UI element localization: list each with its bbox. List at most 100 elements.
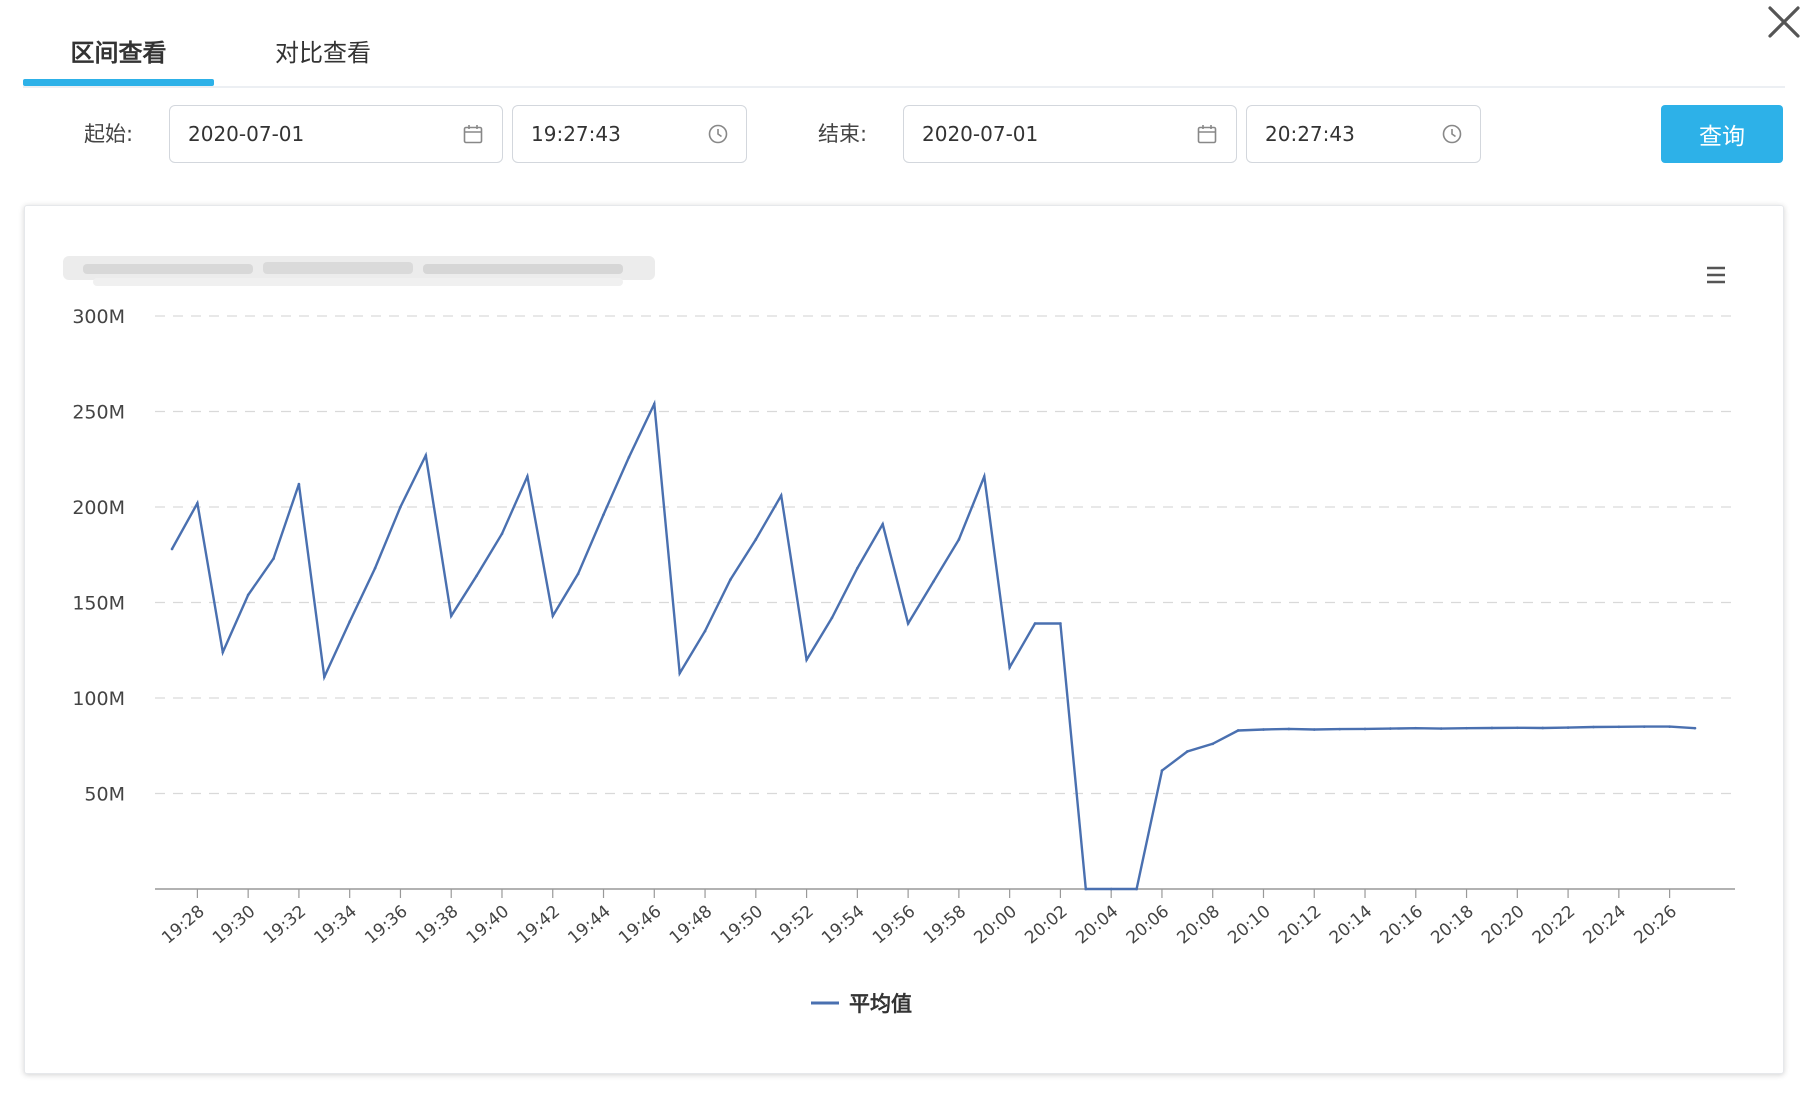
series-line-0 [170, 399, 1696, 891]
data-point [1262, 728, 1265, 731]
x-tick-label: 19:40 [463, 902, 513, 949]
data-point [551, 614, 555, 618]
calendar-icon [463, 125, 483, 144]
y-tick-label: 150M [72, 593, 125, 615]
data-point [729, 578, 732, 581]
y-tick-label: 250M [72, 402, 125, 424]
end-date-input[interactable] [922, 106, 1155, 162]
data-point [881, 522, 885, 526]
x-tick-label: 20:14 [1326, 902, 1376, 949]
query-button[interactable]: 查询 [1661, 105, 1783, 163]
data-point [856, 566, 859, 570]
data-point [1389, 727, 1392, 730]
data-point [602, 513, 605, 516]
x-tick-label: 19:50 [717, 902, 767, 949]
data-point [1465, 726, 1468, 730]
data-point [1439, 727, 1443, 730]
data-point [1287, 727, 1291, 731]
start-time-picker[interactable] [512, 105, 747, 163]
x-tick-label: 20:06 [1123, 902, 1173, 949]
x-tick-label: 19:34 [311, 902, 361, 949]
data-point [1592, 725, 1595, 729]
data-point [627, 456, 631, 459]
end-time-input[interactable] [1265, 106, 1429, 162]
data-point [932, 580, 935, 583]
data-point [221, 650, 225, 654]
start-label: 起始: [84, 122, 134, 146]
x-tick-label: 20:18 [1427, 902, 1477, 949]
x-tick-label: 20:10 [1224, 902, 1274, 949]
x-tick-label: 19:42 [514, 902, 564, 949]
data-point [576, 572, 580, 576]
data-point [1541, 726, 1544, 730]
x-tick-label: 19:28 [158, 902, 208, 949]
x-tick-label: 20:04 [1072, 902, 1122, 949]
data-point [1236, 729, 1240, 732]
data-point [1490, 726, 1494, 730]
data-point [830, 616, 834, 620]
data-point [906, 622, 910, 625]
x-tick-label: 20:02 [1021, 902, 1071, 949]
x-tick-label: 20:22 [1529, 902, 1579, 949]
data-point [1642, 725, 1646, 728]
data-point [500, 532, 504, 536]
data-point [1008, 666, 1011, 669]
data-point [678, 671, 681, 675]
data-point [424, 454, 428, 457]
legend-label: 平均值 [849, 992, 912, 1016]
data-point [652, 402, 656, 406]
tab-bar: 区间查看 对比查看 [23, 30, 1785, 88]
x-tick-label: 20:16 [1377, 902, 1427, 949]
line-chart: 50M100M150M200M250M300M19:28 19:30 19:32 19… [72, 306, 1735, 1016]
x-tick-label: 20:08 [1174, 902, 1224, 949]
data-point [1338, 727, 1341, 731]
x-tick-label: 19:32 [260, 902, 310, 949]
data-point [1617, 725, 1621, 729]
tab-range-view[interactable]: 区间查看 [23, 30, 214, 86]
data-point [1059, 622, 1062, 625]
data-point [323, 675, 326, 679]
start-date-input[interactable] [188, 106, 421, 162]
x-tick-label: 19:52 [767, 902, 817, 949]
data-point [170, 547, 174, 551]
data-point [1160, 769, 1164, 772]
data-point [373, 566, 377, 570]
data-point [449, 614, 453, 618]
y-tick-label: 200M [72, 497, 125, 519]
data-point [399, 505, 402, 509]
data-point [1693, 726, 1697, 730]
x-tick-label: 20:12 [1275, 902, 1325, 949]
x-tick-label: 20:26 [1630, 902, 1680, 949]
tab-compare-view[interactable]: 对比查看 [238, 30, 408, 86]
data-point [1363, 727, 1367, 731]
x-tick-label: 20:00 [970, 902, 1020, 949]
calendar-icon [1197, 125, 1217, 144]
y-tick-label: 100M [72, 688, 125, 710]
data-point [703, 629, 707, 633]
start-time-input[interactable] [531, 106, 695, 162]
data-point [1414, 726, 1418, 730]
x-tick-label: 19:56 [869, 902, 919, 949]
end-time-picker[interactable] [1246, 105, 1481, 163]
y-tick-label: 50M [84, 784, 125, 806]
data-point [1033, 622, 1037, 625]
clock-icon [708, 124, 728, 144]
x-tick-label: 19:44 [564, 902, 614, 949]
data-point [1516, 726, 1519, 730]
data-point [1084, 887, 1088, 891]
start-date-picker[interactable] [169, 105, 503, 163]
x-tick-label: 19:46 [615, 902, 665, 949]
y-tick-label: 300M [72, 306, 125, 328]
data-point [297, 482, 301, 486]
chart-panel: 50M 100M 150M 200M 250M 300M 19:28 19:30 19:32 19… [24, 205, 1784, 1074]
data-point [196, 501, 199, 505]
data-point [957, 538, 961, 541]
data-point [475, 574, 478, 578]
data-point [1135, 887, 1138, 891]
x-tick-label: 19:48 [666, 902, 716, 949]
x-tick-label: 20:24 [1580, 902, 1630, 949]
data-point [348, 620, 351, 623]
end-label: 结束: [818, 122, 868, 146]
end-date-picker[interactable] [903, 105, 1237, 163]
data-point [526, 475, 529, 478]
